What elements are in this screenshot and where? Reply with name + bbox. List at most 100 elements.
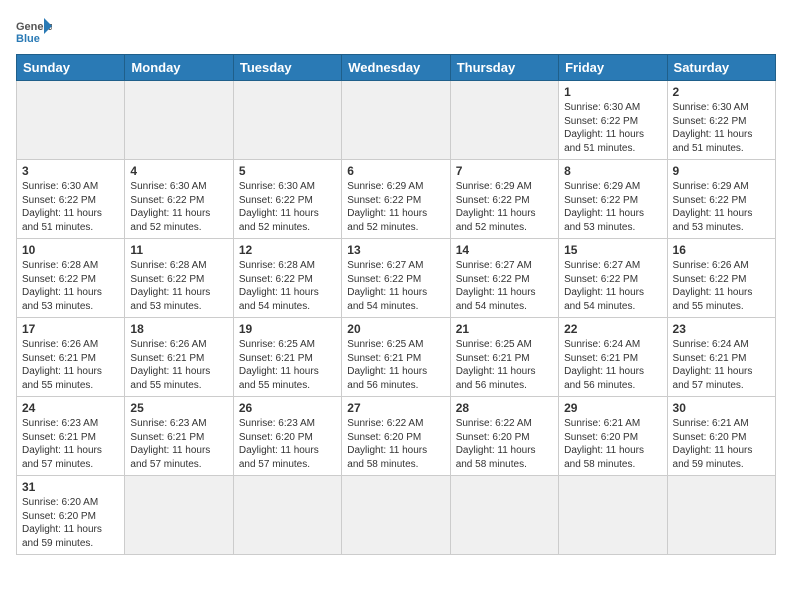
calendar-cell: 22 Sunrise: 6:24 AMSunset: 6:21 PMDayligh…: [559, 318, 667, 397]
day-number: 21: [456, 322, 553, 336]
calendar-cell: 7Sunrise: 6:29 AMSunset: 6:22 PMDaylight…: [450, 160, 558, 239]
day-number: 27: [347, 401, 444, 415]
day-info: Sunrise: 6:28 AMSunset: 6:22 PMDaylight:…: [130, 259, 227, 313]
day-number: 29: [564, 401, 661, 415]
calendar-cell: 11 Sunrise: 6:28 AMSunset: 6:22 PMDayligh…: [125, 239, 233, 318]
weekday-header-sunday: Sunday: [17, 55, 125, 81]
day-info: Sunrise: 6:27 AMSunset: 6:22 PMDaylight:…: [347, 259, 444, 313]
calendar-cell: 14Sunrise: 6:27 AMSunset: 6:22 PMDayligh…: [450, 239, 558, 318]
day-number: 13: [347, 243, 444, 257]
day-info: Sunrise: 6:27 AMSunset: 6:22 PMDaylight:…: [456, 259, 553, 313]
calendar-cell: 24 Sunrise: 6:23 AMSunset: 6:21 PMDayligh…: [17, 397, 125, 476]
calendar-cell: 15Sunrise: 6:27 AMSunset: 6:22 PMDayligh…: [559, 239, 667, 318]
svg-text:Blue: Blue: [16, 33, 40, 45]
day-number: 1: [564, 85, 661, 99]
calendar-cell: [667, 476, 775, 555]
weekday-header-saturday: Saturday: [667, 55, 775, 81]
day-number: 3: [22, 164, 119, 178]
calendar-cell: 17Sunrise: 6:26 AMSunset: 6:21 PMDayligh…: [17, 318, 125, 397]
day-number: 16: [673, 243, 770, 257]
calendar-cell: [233, 81, 341, 160]
weekday-header-monday: Monday: [125, 55, 233, 81]
day-info: Sunrise: 6:29 AMSunset: 6:22 PMDaylight:…: [673, 180, 770, 234]
calendar-cell: [450, 476, 558, 555]
calendar-week-6: 31 Sunrise: 6:20 AMSunset: 6:20 PMDayligh…: [17, 476, 776, 555]
day-info: Sunrise: 6:28 AMSunset: 6:22 PMDaylight:…: [239, 259, 336, 313]
day-info: Sunrise: 6:26 AMSunset: 6:22 PMDaylight:…: [673, 259, 770, 313]
calendar-cell: [342, 476, 450, 555]
day-info: Sunrise: 6:29 AMSunset: 6:22 PMDaylight:…: [564, 180, 661, 234]
day-info: Sunrise: 6:29 AMSunset: 6:22 PMDaylight:…: [347, 180, 444, 234]
calendar-cell: 2 Sunrise: 6:30 AMSunset: 6:22 PMDaylight…: [667, 81, 775, 160]
day-info: Sunrise: 6:30 AMSunset: 6:22 PMDaylight:…: [673, 101, 770, 155]
day-number: 30: [673, 401, 770, 415]
day-number: 22: [564, 322, 661, 336]
calendar-cell: 10 Sunrise: 6:28 AMSunset: 6:22 PMDayligh…: [17, 239, 125, 318]
day-info: Sunrise: 6:21 AMSunset: 6:20 PMDaylight:…: [564, 417, 661, 471]
calendar-week-2: 3 Sunrise: 6:30 AMSunset: 6:22 PMDaylight…: [17, 160, 776, 239]
day-number: 18: [130, 322, 227, 336]
day-info: Sunrise: 6:30 AMSunset: 6:22 PMDaylight:…: [130, 180, 227, 234]
calendar-cell: 29 Sunrise: 6:21 AMSunset: 6:20 PMDayligh…: [559, 397, 667, 476]
day-number: 25: [130, 401, 227, 415]
day-info: Sunrise: 6:24 AMSunset: 6:21 PMDaylight:…: [564, 338, 661, 392]
day-info: Sunrise: 6:22 AMSunset: 6:20 PMDaylight:…: [347, 417, 444, 471]
calendar-week-3: 10 Sunrise: 6:28 AMSunset: 6:22 PMDayligh…: [17, 239, 776, 318]
calendar-cell: [17, 81, 125, 160]
calendar-cell: 26Sunrise: 6:23 AMSunset: 6:20 PMDayligh…: [233, 397, 341, 476]
calendar-cell: 31 Sunrise: 6:20 AMSunset: 6:20 PMDayligh…: [17, 476, 125, 555]
calendar-cell: [559, 476, 667, 555]
calendar-cell: 1Sunrise: 6:30 AMSunset: 6:22 PMDaylight…: [559, 81, 667, 160]
day-number: 28: [456, 401, 553, 415]
day-info: Sunrise: 6:28 AMSunset: 6:22 PMDaylight:…: [22, 259, 119, 313]
calendar-cell: 16 Sunrise: 6:26 AMSunset: 6:22 PMDayligh…: [667, 239, 775, 318]
calendar-cell: 21Sunrise: 6:25 AMSunset: 6:21 PMDayligh…: [450, 318, 558, 397]
calendar-cell: 13 Sunrise: 6:27 AMSunset: 6:22 PMDayligh…: [342, 239, 450, 318]
day-number: 2: [673, 85, 770, 99]
calendar-cell: [125, 476, 233, 555]
day-info: Sunrise: 6:26 AMSunset: 6:21 PMDaylight:…: [130, 338, 227, 392]
calendar-week-4: 17Sunrise: 6:26 AMSunset: 6:21 PMDayligh…: [17, 318, 776, 397]
day-number: 23: [673, 322, 770, 336]
calendar-cell: 23 Sunrise: 6:24 AMSunset: 6:21 PMDayligh…: [667, 318, 775, 397]
day-number: 31: [22, 480, 119, 494]
calendar-cell: 20 Sunrise: 6:25 AMSunset: 6:21 PMDayligh…: [342, 318, 450, 397]
day-info: Sunrise: 6:23 AMSunset: 6:21 PMDaylight:…: [22, 417, 119, 471]
day-info: Sunrise: 6:30 AMSunset: 6:22 PMDaylight:…: [22, 180, 119, 234]
day-info: Sunrise: 6:25 AMSunset: 6:21 PMDaylight:…: [347, 338, 444, 392]
calendar-cell: [125, 81, 233, 160]
day-info: Sunrise: 6:24 AMSunset: 6:21 PMDaylight:…: [673, 338, 770, 392]
calendar-cell: 4Sunrise: 6:30 AMSunset: 6:22 PMDaylight…: [125, 160, 233, 239]
weekday-header-tuesday: Tuesday: [233, 55, 341, 81]
weekday-header-row: SundayMondayTuesdayWednesdayThursdayFrid…: [17, 55, 776, 81]
day-number: 10: [22, 243, 119, 257]
calendar-week-5: 24 Sunrise: 6:23 AMSunset: 6:21 PMDayligh…: [17, 397, 776, 476]
calendar-cell: 19Sunrise: 6:25 AMSunset: 6:21 PMDayligh…: [233, 318, 341, 397]
calendar-cell: 27 Sunrise: 6:22 AMSunset: 6:20 PMDayligh…: [342, 397, 450, 476]
calendar-cell: 3 Sunrise: 6:30 AMSunset: 6:22 PMDaylight…: [17, 160, 125, 239]
day-info: Sunrise: 6:20 AMSunset: 6:20 PMDaylight:…: [22, 496, 119, 550]
weekday-header-friday: Friday: [559, 55, 667, 81]
day-number: 11: [130, 243, 227, 257]
day-number: 5: [239, 164, 336, 178]
day-info: Sunrise: 6:27 AMSunset: 6:22 PMDaylight:…: [564, 259, 661, 313]
logo: General Blue: [16, 16, 52, 46]
calendar-cell: 30Sunrise: 6:21 AMSunset: 6:20 PMDayligh…: [667, 397, 775, 476]
day-number: 24: [22, 401, 119, 415]
day-number: 19: [239, 322, 336, 336]
calendar-cell: 6Sunrise: 6:29 AMSunset: 6:22 PMDaylight…: [342, 160, 450, 239]
day-info: Sunrise: 6:23 AMSunset: 6:20 PMDaylight:…: [239, 417, 336, 471]
day-number: 20: [347, 322, 444, 336]
day-info: Sunrise: 6:30 AMSunset: 6:22 PMDaylight:…: [239, 180, 336, 234]
day-number: 8: [564, 164, 661, 178]
day-info: Sunrise: 6:29 AMSunset: 6:22 PMDaylight:…: [456, 180, 553, 234]
weekday-header-wednesday: Wednesday: [342, 55, 450, 81]
calendar-table: SundayMondayTuesdayWednesdayThursdayFrid…: [16, 54, 776, 555]
day-info: Sunrise: 6:23 AMSunset: 6:21 PMDaylight:…: [130, 417, 227, 471]
calendar-cell: [342, 81, 450, 160]
calendar-cell: [450, 81, 558, 160]
calendar-cell: 8 Sunrise: 6:29 AMSunset: 6:22 PMDaylight…: [559, 160, 667, 239]
calendar-cell: 5 Sunrise: 6:30 AMSunset: 6:22 PMDaylight…: [233, 160, 341, 239]
calendar-cell: [233, 476, 341, 555]
day-number: 12: [239, 243, 336, 257]
